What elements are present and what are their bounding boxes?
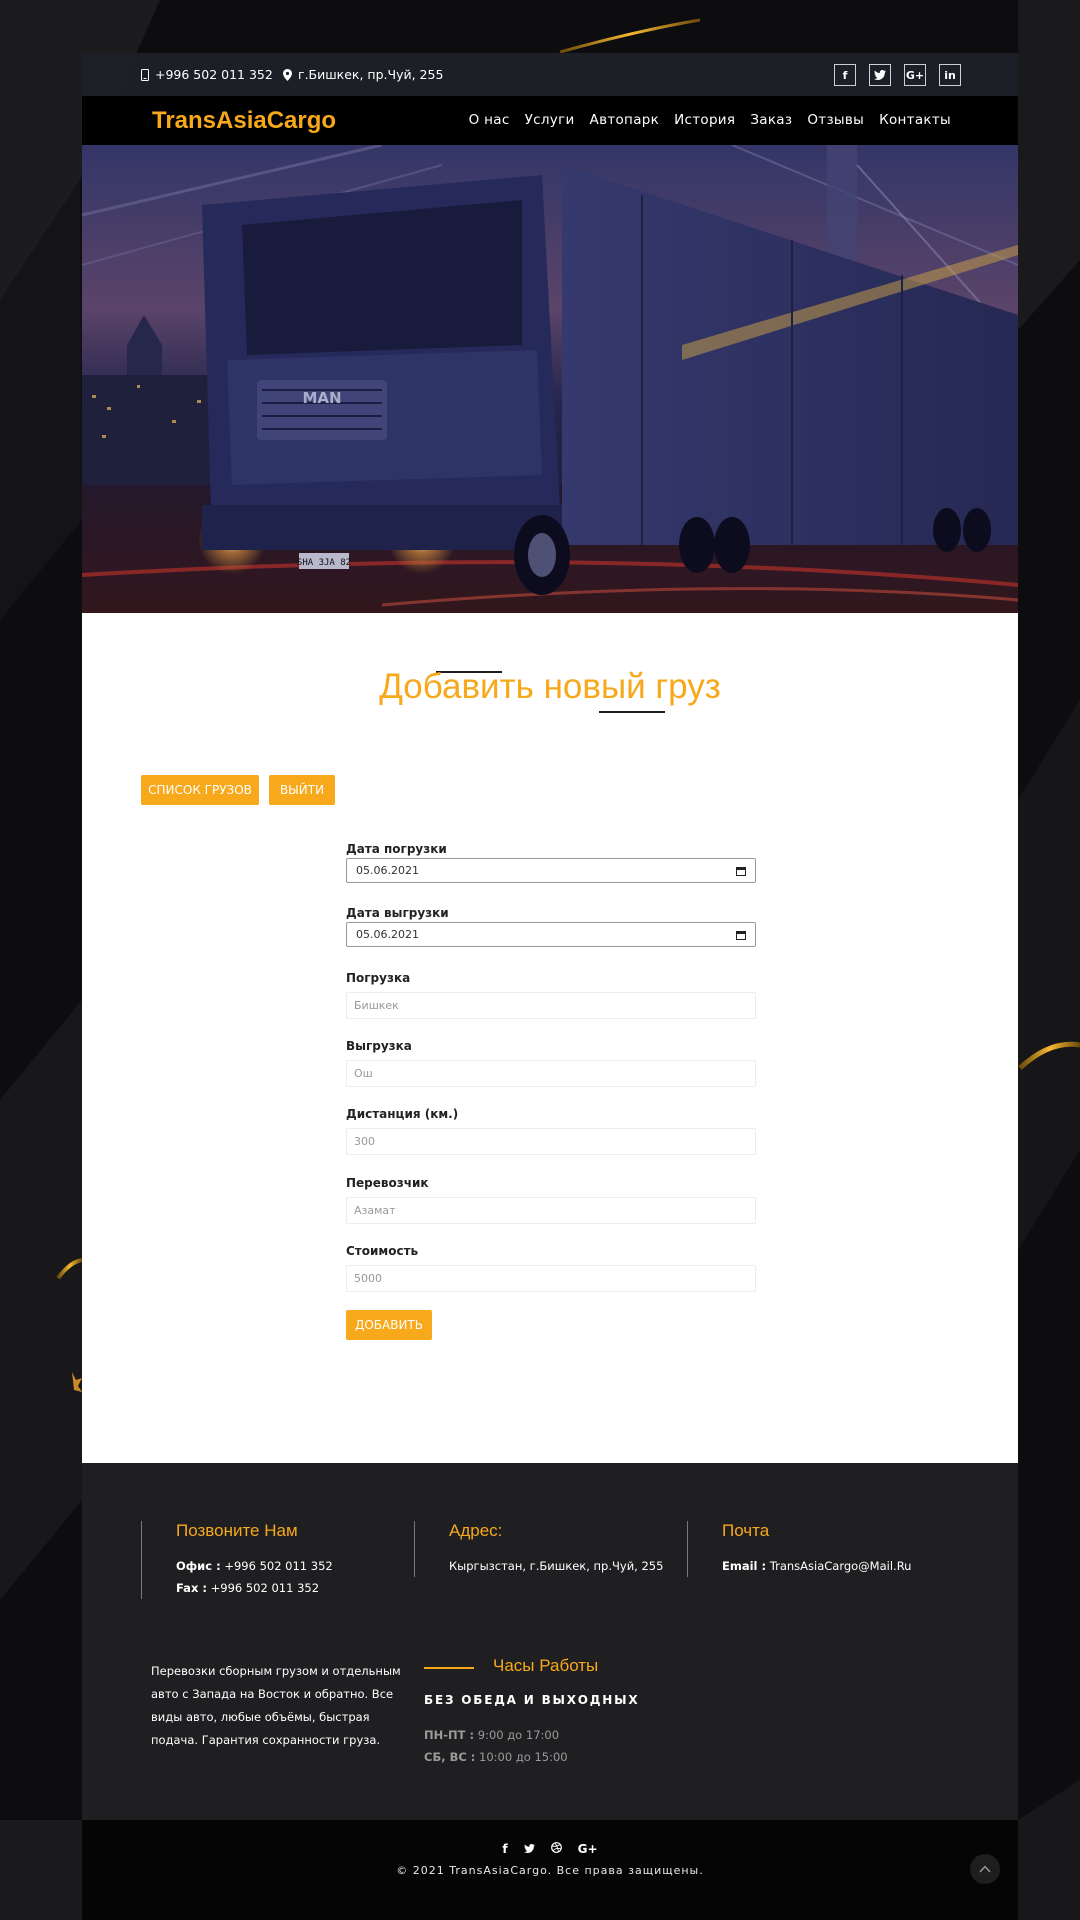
hours-subtitle: БЕЗ ОБЕДА И ВЫХОДНЫХ: [424, 1693, 640, 1707]
facebook-icon[interactable]: f: [502, 1842, 507, 1856]
distance-label: Дистанция (км.): [346, 1107, 459, 1121]
footer-email-link[interactable]: TransAsiaCargo@Mail.Ru: [770, 1559, 912, 1573]
google-plus-icon[interactable]: G+: [578, 1842, 598, 1856]
hours-weekdays: ПН-ПТ : 9:00 до 17:00: [424, 1728, 559, 1742]
footer-address-title: Адрес:: [449, 1521, 503, 1540]
nav-item-fleet[interactable]: Автопарк: [590, 96, 660, 145]
hours-weekend-label: СБ, ВС :: [424, 1750, 476, 1764]
loading-label: Погрузка: [346, 971, 411, 985]
nav-item-services[interactable]: Услуги: [525, 96, 575, 145]
calendar-icon[interactable]: [736, 866, 746, 876]
footer-about-text: Перевозки сборным грузом и отдельным авт…: [151, 1664, 401, 1747]
carrier-input[interactable]: Азамат: [346, 1197, 756, 1224]
top-address: г.Бишкек, пр.Чуй, 255: [283, 53, 443, 96]
hours-weekend: СБ, ВС : 10:00 до 15:00: [424, 1750, 568, 1764]
footer-call-title: Позвоните Нам: [176, 1521, 298, 1540]
logout-button[interactable]: ВЫЙТИ: [269, 775, 335, 805]
page-title: Добавить новый груз: [379, 667, 721, 706]
top-address-text: г.Бишкек, пр.Чуй, 255: [298, 67, 444, 82]
unloading-label: Выгрузка: [346, 1039, 412, 1053]
distance-input[interactable]: 300: [346, 1128, 756, 1155]
facebook-icon[interactable]: f: [834, 64, 856, 86]
bottom-bar: f G+ © 2021 TransAsiaCargo. Все права за…: [82, 1820, 1018, 1920]
nav-item-order[interactable]: Заказ: [750, 96, 792, 145]
copyright-text: © 2021 TransAsiaCargo. Все права защищен…: [396, 1864, 704, 1877]
unloading-input[interactable]: Ош: [346, 1060, 756, 1087]
footer-fax-label: Fax :: [176, 1581, 207, 1595]
footer-email: Email : TransAsiaCargo@Mail.Ru: [722, 1555, 911, 1577]
dribbble-icon[interactable]: [550, 1842, 562, 1856]
cost-label: Стоимость: [346, 1244, 419, 1258]
title-decor-line-bottom: [599, 711, 665, 713]
calendar-icon[interactable]: [736, 930, 746, 940]
footer-email-label: Email :: [722, 1559, 767, 1573]
carrier-field: Перевозчик Азамат: [346, 1176, 756, 1224]
footer-mail-title: Почта: [722, 1521, 770, 1540]
cost-field: Стоимость 5000: [346, 1244, 756, 1292]
chevron-up-icon: [979, 1865, 991, 1873]
footer: Позвоните Нам Офис : +996 502 011 352 Fa…: [82, 1463, 1018, 1821]
nav-menu: О нас Услуги Автопарк История Заказ Отзы…: [469, 96, 951, 145]
footer-address-column: Адрес: Кыргызстан, г.Бишкек, пр.Чуй, 255: [414, 1521, 663, 1577]
twitter-icon[interactable]: [523, 1842, 535, 1856]
scroll-to-top-button[interactable]: [970, 1854, 1000, 1884]
footer-mail-column: Почта Email : TransAsiaCargo@Mail.Ru: [687, 1521, 911, 1577]
page-container: +996 502 011 352 г.Бишкек, пр.Чуй, 255 f…: [82, 53, 1018, 1821]
footer-call-column: Позвоните Нам Офис : +996 502 011 352 Fa…: [141, 1521, 333, 1599]
map-marker-icon: [283, 68, 292, 81]
hours-weekdays-label: ПН-ПТ :: [424, 1728, 475, 1742]
unloading-field: Выгрузка Ош: [346, 1039, 756, 1087]
cargo-list-button[interactable]: СПИСОК ГРУЗОВ: [141, 775, 259, 805]
main-navbar: TransAsiaCargo О нас Услуги Автопарк Ист…: [82, 96, 1018, 145]
brand-logo[interactable]: TransAsiaCargo: [152, 96, 336, 145]
loading-input[interactable]: Бишкек: [346, 992, 756, 1019]
phone-icon: [141, 68, 149, 81]
unload-date-input[interactable]: 05.06.2021: [346, 922, 756, 947]
nav-item-history[interactable]: История: [674, 96, 735, 145]
hours-decor-line: [424, 1667, 474, 1669]
hours-title: Часы Работы: [493, 1656, 599, 1675]
load-date-value: 05.06.2021: [356, 864, 419, 877]
hero-banner: MAN SHA 3JA 82: [82, 145, 1018, 613]
footer-office: Офис : +996 502 011 352: [176, 1555, 333, 1577]
unload-date-value: 05.06.2021: [356, 928, 419, 941]
bottom-social-icons: f G+: [82, 1842, 1018, 1856]
nav-item-contacts[interactable]: Контакты: [879, 96, 951, 145]
unload-date-field: Дата выгрузки 05.06.2021: [346, 906, 756, 947]
nav-item-reviews[interactable]: Отзывы: [807, 96, 864, 145]
hours-weekdays-time: 9:00 до 17:00: [477, 1728, 560, 1742]
top-phone[interactable]: +996 502 011 352: [141, 53, 273, 96]
load-date-label: Дата погрузки: [346, 842, 447, 856]
footer-fax-phone: +996 502 011 352: [210, 1581, 320, 1595]
top-phone-text: +996 502 011 352: [155, 67, 273, 82]
distance-field: Дистанция (км.) 300: [346, 1107, 756, 1155]
unload-date-label: Дата выгрузки: [346, 906, 449, 920]
footer-address-text: Кыргызстан, г.Бишкек, пр.Чуй, 255: [449, 1559, 664, 1573]
add-cargo-button[interactable]: ДОБАВИТЬ: [346, 1310, 432, 1340]
hero-truck-image: MAN SHA 3JA 82: [82, 145, 1018, 613]
footer-office-label: Офис :: [176, 1559, 221, 1573]
loading-field: Погрузка Бишкек: [346, 971, 756, 1019]
hours-weekend-time: 10:00 до 15:00: [479, 1750, 568, 1764]
google-plus-icon[interactable]: G+: [904, 64, 926, 86]
carrier-label: Перевозчик: [346, 1176, 429, 1190]
top-bar: +996 502 011 352 г.Бишкек, пр.Чуй, 255 f…: [82, 53, 1018, 96]
footer-fax: Fax : +996 502 011 352: [176, 1577, 333, 1599]
twitter-icon[interactable]: [869, 64, 891, 86]
linkedin-icon[interactable]: in: [939, 64, 961, 86]
nav-item-about[interactable]: О нас: [469, 96, 510, 145]
main-content: Добавить новый груз СПИСОК ГРУЗОВ ВЫЙТИ …: [82, 613, 1018, 1463]
footer-office-phone[interactable]: +996 502 011 352: [224, 1559, 332, 1573]
social-links: f G+ in: [834, 64, 961, 86]
load-date-field: Дата погрузки 05.06.2021: [346, 842, 756, 883]
load-date-input[interactable]: 05.06.2021: [346, 858, 756, 883]
cost-input[interactable]: 5000: [346, 1265, 756, 1292]
